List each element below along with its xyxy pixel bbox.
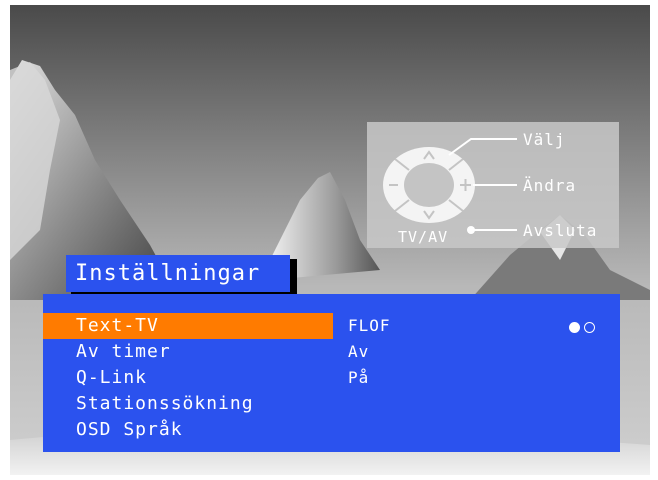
menu-item-off-timer[interactable]: Av timer xyxy=(43,339,333,365)
exit-hint-label: Avsluta xyxy=(523,221,598,240)
value-q-link[interactable]: På xyxy=(348,365,548,391)
tvav-button-label: TV/AV xyxy=(398,228,449,246)
menu-title: Inställningar xyxy=(66,255,290,292)
select-hint-label: Välj xyxy=(523,130,566,149)
change-hint-label: Ändra xyxy=(523,176,577,195)
menu-list: Text-TV Av timer Q-Link Stationssökning … xyxy=(43,313,333,443)
settings-menu-panel: Text-TV Av timer Q-Link Stationssökning … xyxy=(43,294,620,452)
value-off-timer[interactable]: Av xyxy=(348,339,548,365)
menu-item-q-link[interactable]: Q-Link xyxy=(43,365,333,391)
menu-item-text-tv[interactable]: Text-TV xyxy=(43,313,333,339)
menu-item-station-search[interactable]: Stationssökning xyxy=(43,391,333,417)
value-text-tv[interactable]: FLOF xyxy=(348,313,548,339)
menu-item-osd-language[interactable]: OSD Språk xyxy=(43,417,333,443)
page-dot-current xyxy=(569,322,580,333)
page-indicator xyxy=(569,317,599,336)
page-dot-next xyxy=(584,322,595,333)
remote-help-panel: Välj Ändra Avsluta TV/AV xyxy=(367,122,619,248)
tv-screen: Välj Ändra Avsluta TV/AV Inställningar T… xyxy=(0,0,658,480)
menu-values-list: FLOF Av På xyxy=(348,313,548,391)
